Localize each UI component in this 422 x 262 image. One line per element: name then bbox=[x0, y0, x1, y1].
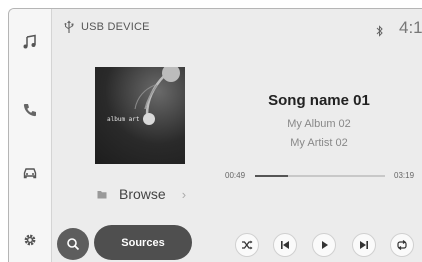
play-button[interactable] bbox=[312, 233, 336, 257]
media-screen: USB DEVICE 4:1 album art Browse › Song n… bbox=[8, 8, 422, 262]
bluetooth-icon bbox=[376, 25, 383, 37]
folder-icon bbox=[97, 190, 107, 198]
search-button[interactable] bbox=[57, 228, 89, 260]
previous-track-icon bbox=[281, 241, 289, 249]
sources-button[interactable]: Sources bbox=[94, 225, 192, 260]
gear-icon[interactable] bbox=[19, 229, 41, 251]
shuffle-icon bbox=[242, 240, 253, 250]
play-icon bbox=[322, 241, 328, 249]
sidebar bbox=[9, 9, 52, 262]
artist-name: My Artist 02 bbox=[290, 137, 348, 149]
previous-track-button[interactable] bbox=[273, 233, 297, 257]
browse-button[interactable]: Browse › bbox=[97, 186, 186, 202]
phone-icon[interactable] bbox=[19, 99, 41, 121]
car-icon[interactable] bbox=[19, 162, 41, 184]
repeat-button[interactable] bbox=[390, 233, 414, 257]
next-track-button[interactable] bbox=[352, 233, 376, 257]
album-name: My Album 02 bbox=[287, 118, 351, 130]
search-icon bbox=[67, 238, 80, 251]
song-title: Song name 01 bbox=[268, 92, 370, 109]
next-track-icon bbox=[360, 241, 368, 249]
clock: 4:1 bbox=[399, 18, 422, 37]
browse-label: Browse bbox=[119, 186, 166, 202]
chevron-right-icon: › bbox=[181, 186, 187, 202]
progress-bar[interactable] bbox=[255, 175, 385, 177]
shuffle-button[interactable] bbox=[235, 233, 259, 257]
progress-fill bbox=[255, 175, 288, 177]
music-note-icon[interactable] bbox=[19, 31, 41, 53]
album-art: album art bbox=[95, 67, 185, 164]
usb-icon bbox=[64, 20, 74, 33]
repeat-icon bbox=[397, 240, 407, 250]
elapsed-time: 00:49 bbox=[225, 171, 246, 180]
total-time: 03:19 bbox=[394, 171, 415, 180]
device-label: USB DEVICE bbox=[81, 21, 150, 33]
album-art-label: album art bbox=[107, 116, 140, 123]
